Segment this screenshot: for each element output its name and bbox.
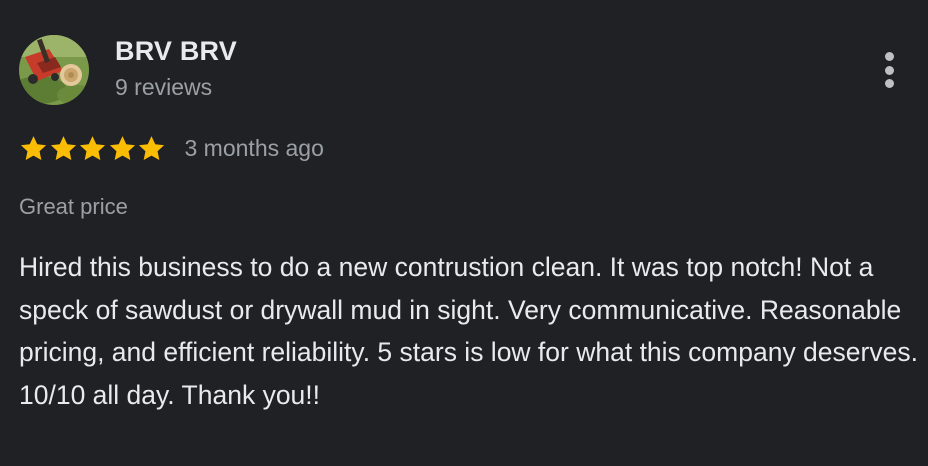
more-vert-icon-dot bbox=[884, 79, 894, 88]
rating-row: 3 months ago bbox=[19, 132, 324, 164]
more-vert-icon-dot bbox=[884, 65, 894, 75]
review-date: 3 months ago bbox=[184, 134, 324, 161]
avatar-photo bbox=[19, 35, 89, 105]
star-icon bbox=[50, 135, 76, 160]
review-subtitle: Great price bbox=[19, 194, 128, 219]
review-text: Hired this business to do a new contrust… bbox=[19, 252, 918, 410]
star-icon bbox=[20, 135, 47, 160]
star-icon bbox=[109, 135, 135, 160]
star-rating bbox=[19, 134, 167, 163]
star-icon bbox=[138, 135, 165, 160]
review-count[interactable]: 9 reviews bbox=[115, 74, 212, 101]
star-icon bbox=[79, 135, 106, 160]
reviewer-avatar[interactable] bbox=[19, 35, 89, 105]
more-vert-icon bbox=[884, 52, 894, 61]
reviewer-name[interactable]: BRV BRV bbox=[115, 36, 237, 67]
more-options-button[interactable] bbox=[872, 48, 906, 92]
